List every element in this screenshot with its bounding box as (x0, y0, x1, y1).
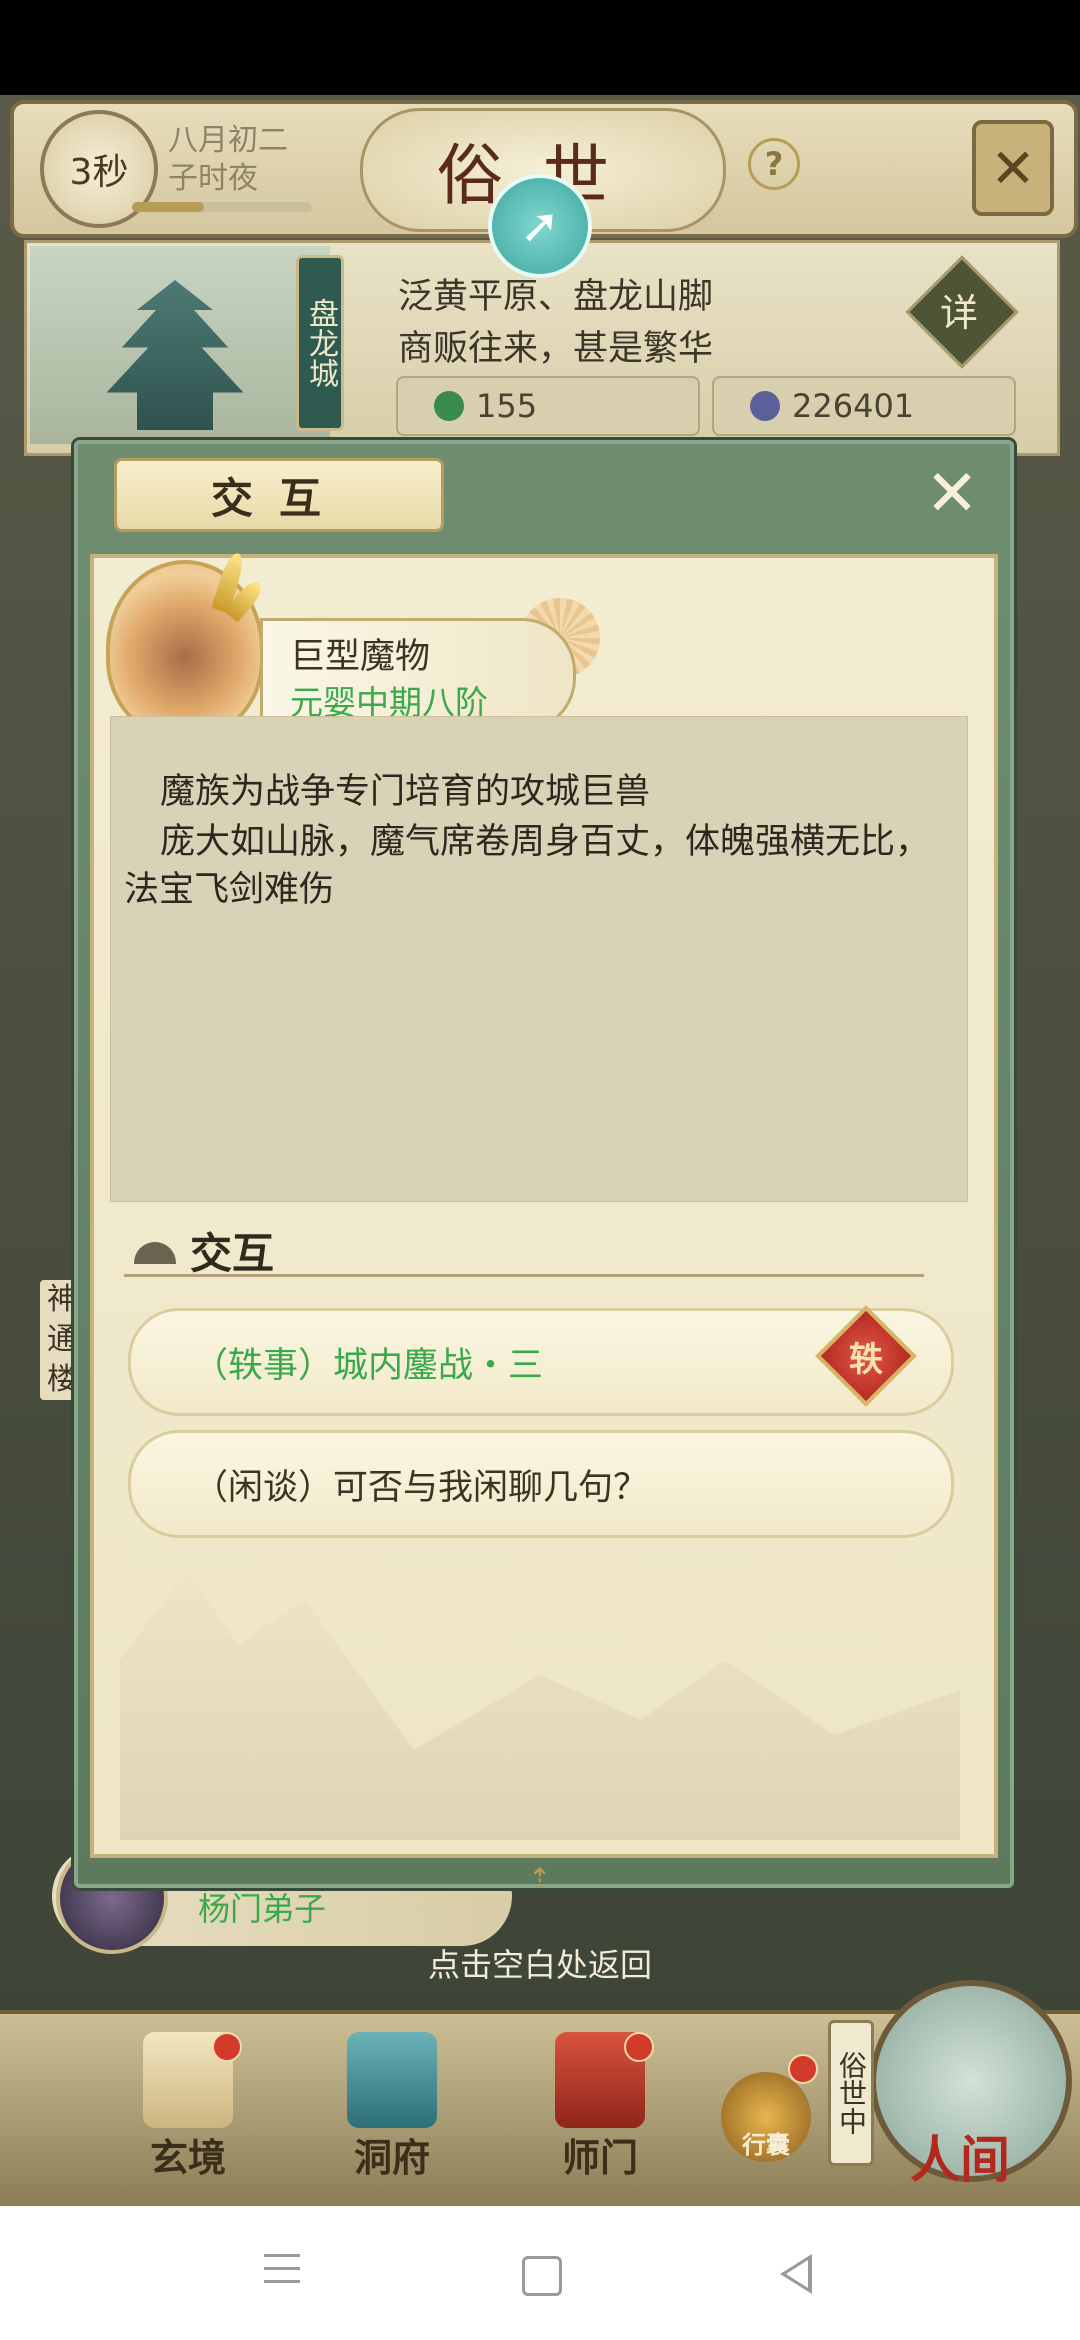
nav-label: 行囊 (742, 2130, 790, 2159)
nav-item-dongfu[interactable]: 洞府 (312, 2032, 472, 2182)
date-label: 八月初二 (168, 123, 288, 158)
resource-coins-value: 226401 (792, 387, 915, 425)
detail-button-label: 详 (939, 290, 978, 335)
dialog-close-button[interactable]: ✕ (920, 462, 984, 526)
home-icon[interactable] (522, 2256, 562, 2296)
date-display: 八月初二 子时夜 (168, 122, 288, 198)
option-label: （轶事）城内鏖战・三 (193, 1345, 544, 1386)
nav-item-shimen[interactable]: 师门 (520, 2032, 680, 2182)
location-description-1: 泛黄平原、盘龙山脚 (398, 277, 714, 317)
close-button[interactable]: ✕ (972, 120, 1054, 216)
description-line-1: 魔族为战争专门培育的攻城巨兽 (160, 772, 651, 812)
resource-spirit-stone-value: 155 (476, 387, 538, 425)
arrow-up-icon: ⇡ (528, 1862, 552, 1895)
tap-to-return-hint[interactable]: 点击空白处返回 (0, 1940, 1080, 1986)
location-description-2: 商贩往来，甚是繁华 (398, 329, 714, 369)
world-button-label: 人间 (910, 2130, 1010, 2189)
jade-icon (434, 391, 464, 421)
description-line-2: 庞大如山脉，魔气席卷周身百丈，体魄强横无比，法宝飞剑难伤 (124, 822, 931, 910)
option-chat[interactable]: （闲谈）可否与我闲聊几句？ (128, 1430, 954, 1538)
time-progress-fill (132, 202, 204, 212)
nav-label: 玄境 (149, 2135, 226, 2180)
resource-spirit-stone: 155 (396, 376, 700, 436)
time-of-day-label: 子时夜 (168, 161, 258, 196)
menu-icon[interactable] (264, 2254, 300, 2293)
disciple-name: 杨门弟子 (198, 1890, 327, 1928)
nav-item-xuanjing[interactable]: 玄境 (108, 2032, 268, 2182)
notification-dot (212, 2032, 242, 2062)
pavilion-icon (347, 2032, 437, 2128)
nav-label: 洞府 (353, 2135, 430, 2180)
monster-portrait (106, 560, 264, 738)
section-divider (124, 1274, 924, 1277)
notification-dot (788, 2054, 818, 2084)
resource-coins: 226401 (712, 376, 1016, 436)
city-name-tag: 盘龙城 (296, 255, 344, 431)
coin-icon (750, 391, 780, 421)
nav-item-xingnang[interactable]: 行囊 (696, 2032, 836, 2182)
option-label: （闲谈）可否与我闲聊几句？ (193, 1467, 649, 1508)
notification-dot (624, 2032, 654, 2062)
anecdote-badge-label: 轶 (849, 1339, 883, 1380)
dialog-title: 交互 (114, 458, 444, 532)
rocket-icon[interactable]: ➚ (488, 174, 592, 278)
nav-label: 师门 (561, 2135, 638, 2180)
help-button[interactable]: ? (748, 138, 800, 190)
interaction-section-title: 交互 (190, 1229, 275, 1278)
back-icon-inner (786, 2260, 808, 2288)
enemy-name: 巨型魔物 (290, 637, 431, 677)
